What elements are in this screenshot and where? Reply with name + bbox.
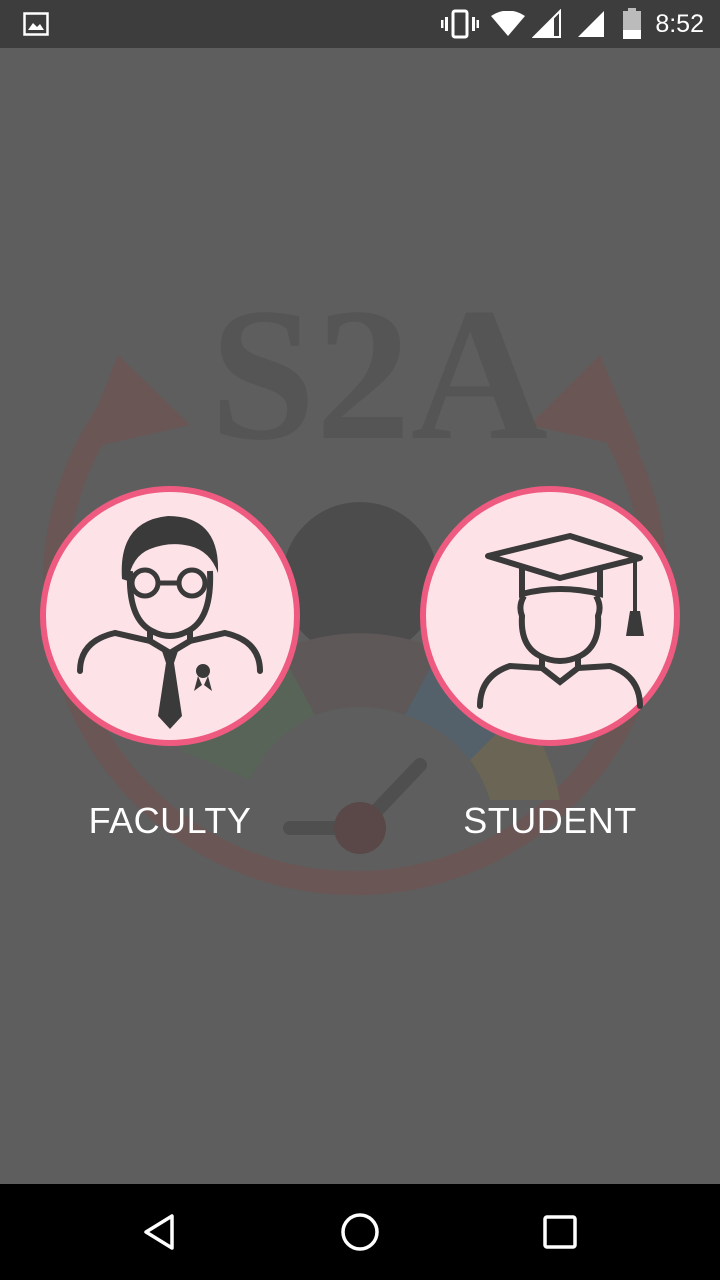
faculty-avatar-circle[interactable] [40, 486, 300, 746]
navigation-bar [0, 1184, 720, 1280]
student-role-button[interactable]: STUDENT [420, 486, 680, 841]
recents-icon [543, 1215, 577, 1249]
student-graduate-icon [477, 533, 644, 709]
faculty-icon [77, 516, 263, 729]
faculty-label[interactable]: FACULTY [40, 800, 300, 842]
status-bar: 8:52 [0, 0, 720, 48]
back-icon [144, 1214, 174, 1250]
logo-text: S2A [210, 270, 548, 480]
status-time: 8:52 [655, 10, 704, 38]
recents-button[interactable] [500, 1184, 620, 1280]
signal-icon [574, 0, 608, 48]
signal-icon [530, 0, 564, 48]
battery-icon [620, 0, 644, 48]
student-avatar-circle[interactable] [420, 486, 680, 746]
faculty-role-button[interactable]: FACULTY [40, 486, 300, 841]
back-button[interactable] [100, 1184, 220, 1280]
home-button[interactable] [300, 1184, 420, 1280]
image-notification-icon [20, 0, 52, 48]
role-selection-screen: 8:52 S2A FACULTY STUDENT [0, 0, 720, 1280]
vibrate-icon [440, 0, 480, 48]
home-icon [341, 1213, 379, 1251]
student-label[interactable]: STUDENT [420, 800, 680, 842]
wifi-icon [490, 0, 526, 48]
